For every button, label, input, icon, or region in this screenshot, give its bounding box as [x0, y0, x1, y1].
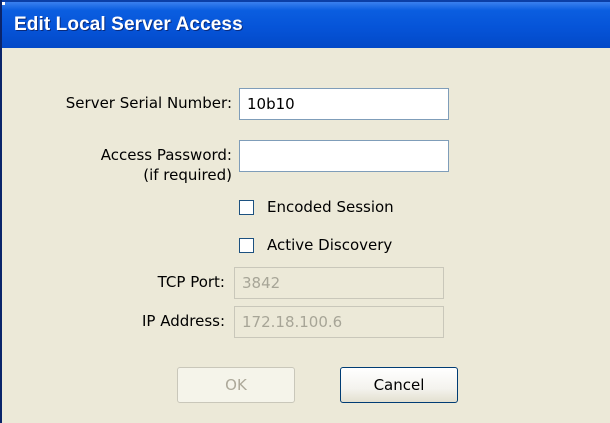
ok-button[interactable]: OK — [177, 367, 295, 403]
active-discovery-label[interactable]: Active Discovery — [267, 236, 392, 255]
tcp-port-field: 3842 — [234, 267, 444, 299]
serial-number-label: Server Serial Number: — [65, 94, 232, 112]
ip-address-field: 172.18.100.6 — [234, 306, 444, 338]
dialog-body: Server Serial Number: 10b10 Access Passw… — [2, 48, 610, 423]
ip-address-label: IP Address: — [141, 312, 225, 330]
dialog-title: Edit Local Server Access — [14, 14, 243, 35]
access-password-field[interactable] — [239, 140, 449, 172]
access-password-sublabel: (if required) — [143, 166, 232, 184]
encoded-session-checkbox[interactable] — [239, 200, 254, 215]
tcp-port-label: TCP Port: — [157, 273, 225, 291]
access-password-label: Access Password: — [100, 146, 232, 164]
dialog-window: Edit Local Server Access Server Serial N… — [0, 0, 610, 423]
cancel-button[interactable]: Cancel — [340, 367, 458, 403]
active-discovery-checkbox[interactable] — [239, 238, 254, 253]
title-bar-corner — [2, 2, 5, 5]
serial-number-field[interactable]: 10b10 — [239, 88, 449, 120]
title-bar[interactable]: Edit Local Server Access — [2, 0, 610, 48]
encoded-session-label[interactable]: Encoded Session — [267, 198, 394, 217]
